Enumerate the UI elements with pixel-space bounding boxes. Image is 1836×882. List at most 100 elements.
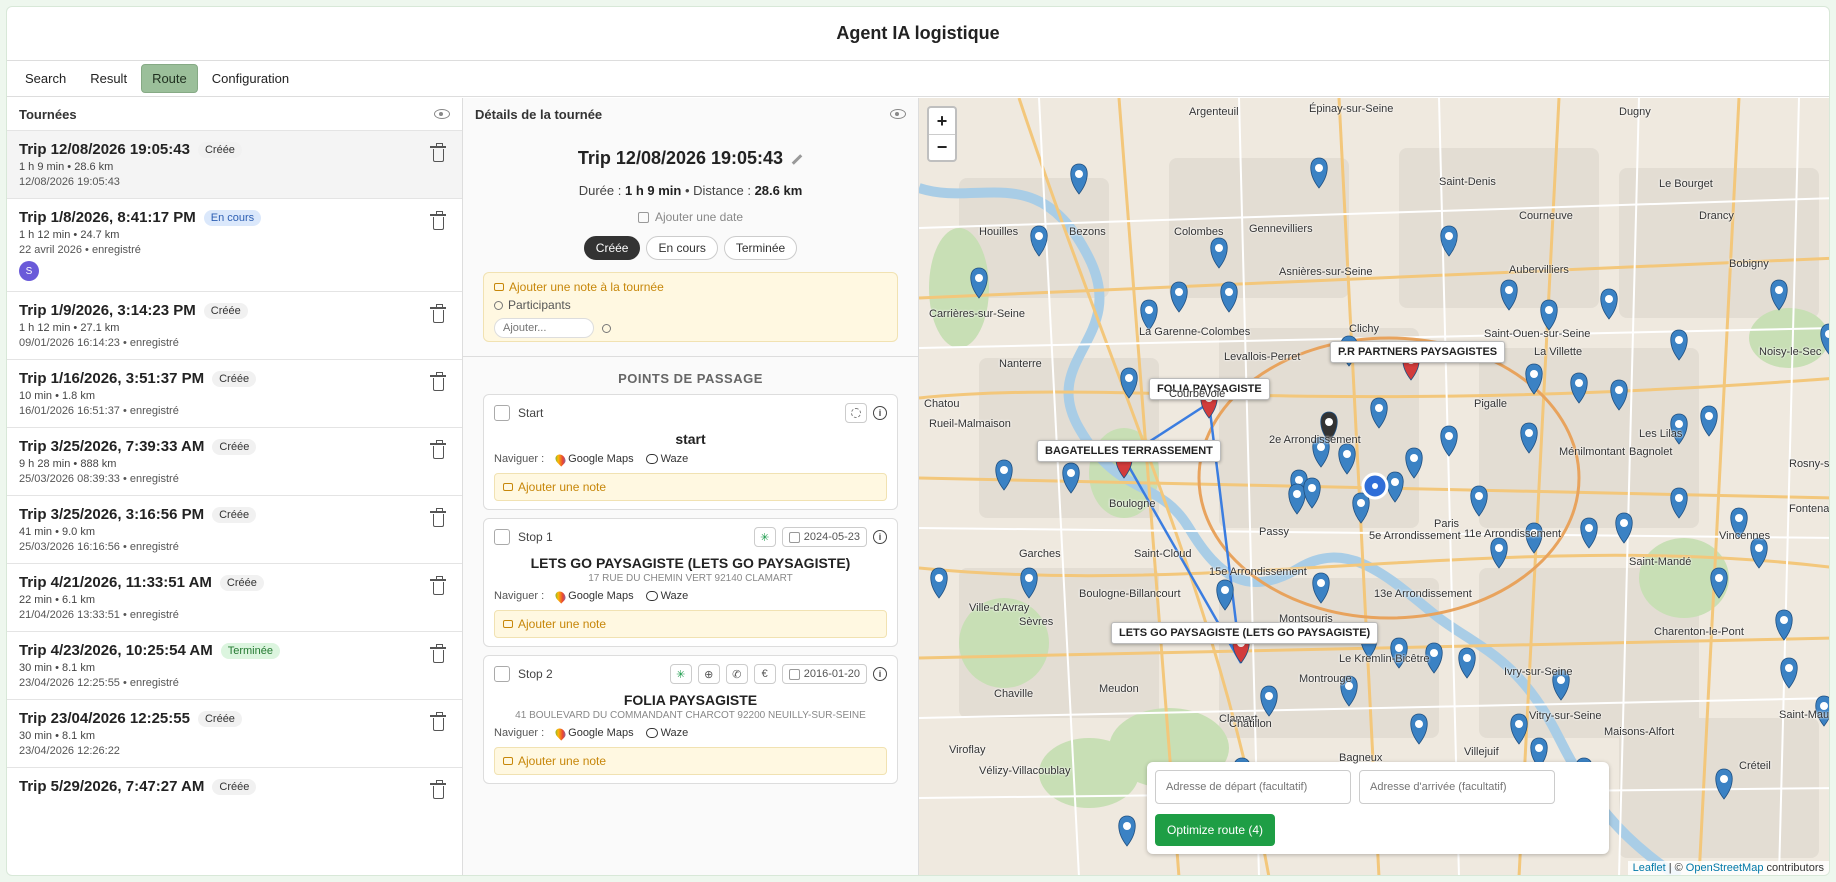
google-maps-link[interactable]: Google Maps (553, 451, 634, 467)
add-stop-note-button[interactable]: Ajouter une note (494, 747, 887, 775)
pin-dot (1123, 822, 1131, 830)
trip-item-name: Trip 3/25/2026, 3:16:56 PM (19, 506, 205, 523)
leaflet-link[interactable]: Leaflet (1633, 862, 1666, 874)
trip-item[interactable]: Trip 1/9/2026, 3:14:23 PM Créée 1 h 12 min… (7, 291, 462, 359)
status-badge: Terminée (220, 642, 280, 659)
trip-item[interactable]: Trip 3/25/2026, 3:16:56 PM Créée 41 min • … (7, 495, 462, 563)
trip-item[interactable]: Trip 1/16/2026, 3:51:37 PM Créée 10 min • … (7, 359, 462, 427)
participants-icon (494, 300, 503, 310)
trash-icon[interactable] (430, 712, 446, 731)
map-place-label: Gennevilliers (1249, 223, 1313, 235)
trash-icon[interactable] (430, 508, 446, 527)
optimize-route-button[interactable]: Optimize route (4) (1155, 814, 1276, 846)
pin-dot (1675, 494, 1683, 502)
pin-dot (1215, 244, 1223, 252)
pencil-icon[interactable] (791, 153, 803, 165)
eye-icon[interactable] (434, 109, 450, 119)
trip-title: Trip 12/08/2026 19:05:43 (463, 148, 918, 169)
map-place-label: Rueil-Malmaison (929, 418, 1011, 430)
pin-dot (1395, 644, 1403, 652)
trash-icon[interactable] (430, 211, 446, 230)
map-place-label: Noisy-le-Sec (1759, 346, 1822, 358)
phone-button[interactable]: ✆ (725, 664, 748, 684)
map-place-label: Courbevoie (1169, 388, 1226, 400)
trash-icon[interactable] (430, 372, 446, 391)
info-icon[interactable]: i (873, 406, 887, 420)
status-en-cours-button[interactable]: En cours (646, 236, 718, 260)
trash-icon[interactable] (430, 440, 446, 459)
trip-item-name: Trip 1/9/2026, 3:14:23 PM (19, 302, 196, 319)
add-trip-note-link[interactable]: Ajouter une note à la tournée (494, 280, 887, 294)
website-button[interactable]: ⊕ (697, 664, 720, 684)
avatar: S (19, 261, 39, 281)
trash-icon[interactable] (430, 644, 446, 663)
map-place-label: Clichy (1349, 323, 1379, 335)
stop-checkbox[interactable] (494, 405, 510, 421)
osm-link[interactable]: OpenStreetMap (1686, 862, 1764, 874)
map-place-label: Villejuif (1464, 746, 1499, 758)
map-place-label: Ménilmontant (1559, 446, 1626, 458)
trip-item-date: 21/04/2026 13:33:51 • enregistré (19, 609, 179, 621)
trip-item[interactable]: Trip 1/8/2026, 8:41:17 PM En cours 1 h 12 … (7, 198, 462, 291)
info-icon[interactable]: i (873, 530, 887, 544)
trip-item-title: Trip 1/16/2026, 3:51:37 PM Créée (19, 370, 450, 387)
pin-dot (1145, 306, 1153, 314)
add-stop-note-button[interactable]: Ajouter une note (494, 473, 887, 501)
participants-label: Participants (508, 298, 571, 312)
stop-address: 17 RUE DU CHEMIN VERT 92140 CLAMART (588, 573, 793, 584)
tab-search[interactable]: Search (15, 65, 76, 92)
trash-icon[interactable] (430, 143, 446, 162)
note-icon (494, 283, 504, 291)
waze-link[interactable]: Waze (645, 590, 688, 602)
trip-duration-distance: Durée : 1 h 9 min • Distance : 28.6 km (463, 183, 918, 198)
trip-item[interactable]: Trip 4/21/2026, 11:33:51 AM Créée 22 min •… (7, 563, 462, 631)
google-maps-link[interactable]: Google Maps (553, 588, 634, 604)
end-address-input[interactable] (1359, 770, 1555, 804)
tab-configuration[interactable]: Configuration (202, 65, 299, 92)
add-date-button[interactable]: Ajouter une date (463, 210, 918, 224)
stop-checkbox[interactable] (494, 529, 510, 545)
trip-item-name: Trip 4/21/2026, 11:33:51 AM (19, 574, 212, 591)
sparkle-button[interactable]: ✳ (669, 664, 692, 684)
stop-date: 2024-05-23 (803, 531, 860, 543)
pin-dot (1308, 484, 1316, 492)
stop-date-button[interactable]: 2016-01-20 (781, 664, 867, 684)
map-place-label: Saint-Ouen-sur-Seine (1484, 328, 1591, 340)
google-maps-link[interactable]: Google Maps (553, 725, 634, 741)
locate-button[interactable] (845, 403, 867, 423)
zoom-out-button[interactable]: − (929, 134, 955, 160)
trip-item[interactable]: Trip 23/04/2026 12:25:55 Créée 30 min • 8.… (7, 699, 462, 767)
status-terminee-button[interactable]: Terminée (723, 236, 798, 260)
map-place-label: Saint-Mandé (1629, 556, 1692, 568)
trip-item[interactable]: Trip 4/23/2026, 10:25:54 AM Terminée 30 mi… (7, 631, 462, 699)
park-area (1749, 308, 1829, 368)
trip-summary: Trip 12/08/2026 19:05:43 Durée : 1 h 9 m… (463, 130, 918, 260)
eye-icon[interactable] (890, 109, 906, 119)
zoom-in-button[interactable]: + (929, 108, 955, 134)
trash-icon[interactable] (430, 780, 446, 799)
info-icon[interactable]: i (873, 667, 887, 681)
waze-link[interactable]: Waze (645, 727, 688, 739)
trash-icon[interactable] (430, 304, 446, 323)
pin-dot (935, 574, 943, 582)
add-stop-note-button[interactable]: Ajouter une note (494, 610, 887, 638)
add-participant-input[interactable] (494, 318, 594, 338)
trip-item-title: Trip 1/8/2026, 8:41:17 PM En cours (19, 209, 450, 226)
status-creee-button[interactable]: Créée (583, 236, 641, 260)
trip-item[interactable]: Trip 5/29/2026, 7:47:27 AM Créée (7, 767, 462, 805)
price-button[interactable]: € (753, 664, 776, 684)
stop-date-button[interactable]: 2024-05-23 (781, 527, 867, 547)
map-panel[interactable]: + − P.R PARTNERS PAYSAGISTES FOLIA PAYSA… (919, 98, 1829, 875)
tab-route[interactable]: Route (141, 64, 198, 93)
trip-item[interactable]: Trip 3/25/2026, 7:39:33 AM Créée 9 h 28 mi… (7, 427, 462, 495)
waze-link[interactable]: Waze (645, 453, 688, 465)
stop-checkbox[interactable] (494, 666, 510, 682)
trip-item[interactable]: Trip 12/08/2026 19:05:43 Créée 1 h 9 min •… (7, 130, 462, 198)
start-address-input[interactable] (1155, 770, 1351, 804)
sparkle-button[interactable]: ✳ (753, 527, 776, 547)
pin-dot (1357, 499, 1365, 507)
tab-result[interactable]: Result (80, 65, 137, 92)
trash-icon[interactable] (430, 576, 446, 595)
add-person-icon[interactable] (602, 323, 611, 333)
add-stop-note-label: Ajouter une note (518, 617, 607, 631)
